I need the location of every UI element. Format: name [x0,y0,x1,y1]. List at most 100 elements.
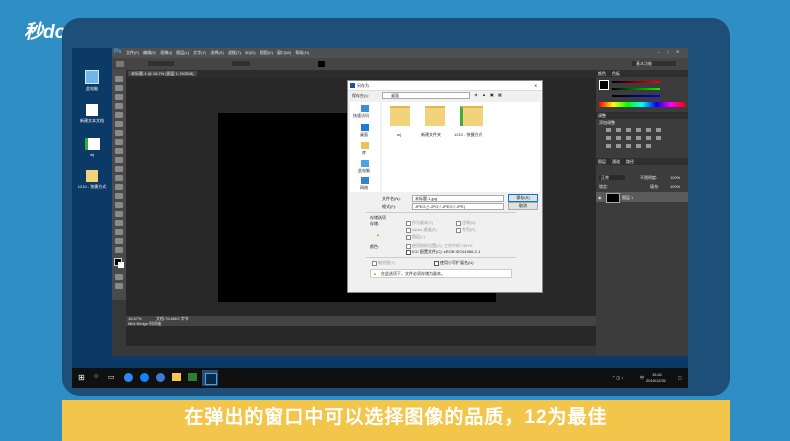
desktop-icon-shortcut[interactable]: 1210 - 快捷方式 [75,170,109,189]
blue-slider[interactable] [612,95,660,97]
nav-network[interactable]: 网络 [360,185,368,190]
blur-tool-icon[interactable] [115,184,123,190]
eyedropper-tool-icon[interactable] [115,121,123,127]
adjust-icons-row-3[interactable] [606,144,656,148]
nav-desktop[interactable]: 桌面 [360,132,368,137]
opacity-value[interactable]: 100% [670,175,680,180]
menu-edit[interactable]: 编辑(E) [143,50,156,55]
adjust-icons-row-1[interactable] [606,128,666,132]
hand-tool-icon[interactable] [115,238,123,244]
menu-filter[interactable]: 滤镜(T) [228,50,241,55]
new-folder-icon[interactable]: ▣ [490,92,494,97]
spot-checkbox[interactable] [456,228,461,233]
ime-indicator[interactable]: 中 [640,375,644,380]
quick-select-tool-icon[interactable] [115,103,123,109]
notification-icon[interactable]: ▢ [678,375,682,380]
clock-time[interactable]: 15:41 [652,372,662,377]
icc-checkbox[interactable] [406,250,411,255]
type-tool-icon[interactable] [115,211,123,217]
clock-date[interactable]: 2019/12/31 [646,378,666,383]
zoom-tool-icon[interactable] [115,247,123,253]
blend-mode-select[interactable]: 正常 [599,175,625,180]
red-slider[interactable] [612,81,660,83]
tab-adjustments[interactable]: 调整 [598,113,606,118]
layers-checkbox[interactable] [406,235,411,240]
menu-view[interactable]: 视图(V) [260,50,273,55]
crop-tool-icon[interactable] [115,112,123,118]
tab-layers[interactable]: 图层 [598,159,606,164]
proof-checkbox[interactable] [406,244,411,249]
format-select[interactable]: JPEG (*.JPG;*.JPEG;*.JPE) [412,203,504,210]
size-select[interactable] [232,61,250,66]
green-slider[interactable] [612,88,660,90]
this-pc-icon[interactable] [361,160,369,167]
menu-select[interactable]: 选择(S) [210,50,223,55]
view-menu-icon[interactable]: ▦ [498,92,502,97]
search-icon[interactable]: ○ [94,373,98,380]
visibility-eye-icon[interactable]: ◉ [598,195,602,200]
task-view-icon[interactable]: ▭ [108,373,115,381]
desktop-icon-wj[interactable]: wj [75,138,109,157]
up-folder-icon[interactable]: ▲ [482,92,486,97]
menu-image[interactable]: 图像(I) [160,50,172,55]
filename-input[interactable]: 未标题-1.jpg [412,195,504,202]
tab-channels[interactable]: 通道 [612,159,620,164]
desktop-icon-text-doc[interactable]: 新建文本文档 [75,104,109,123]
close-icon[interactable]: ✕ [676,49,679,54]
back-icon[interactable]: ◀ [474,92,477,97]
nav-this-pc[interactable]: 此电脑 [358,168,370,173]
tab-swatches[interactable]: 色板 [612,71,620,76]
save-in-select[interactable]: 桌面 [382,92,470,99]
file-item-shortcut[interactable] [460,106,483,130]
file-item-new-folder[interactable] [425,106,445,130]
lasso-tool-icon[interactable] [115,94,123,100]
lowercase-ext-checkbox[interactable] [434,261,439,266]
menu-type[interactable]: 文字(Y) [193,50,206,55]
file-item-wj[interactable] [390,106,410,130]
workspace-select[interactable]: 基本功能 [632,61,676,66]
app-icon[interactable] [156,373,165,382]
tray-icons[interactable]: ⌃ ◫ ♪ [612,375,623,380]
style-select[interactable] [148,61,174,66]
path-select-tool-icon[interactable] [115,220,123,226]
notes-checkbox[interactable] [456,221,461,226]
gradient-tool-icon[interactable] [115,175,123,181]
library-icon[interactable] [361,142,369,149]
background-color[interactable] [118,262,124,268]
thumbnail-checkbox[interactable] [372,261,377,266]
eraser-tool-icon[interactable] [115,166,123,172]
color-swatch[interactable] [318,61,325,67]
as-copy-checkbox[interactable] [406,221,411,226]
windows-start-icon[interactable]: ⊞ [78,373,85,382]
nav-quick-access[interactable]: 快速访问 [353,113,369,118]
nav-library[interactable]: 库 [362,150,366,155]
maximize-icon[interactable]: □ [667,49,669,54]
menu-layer[interactable]: 图层(L) [176,50,189,55]
move-tool-icon[interactable] [115,76,123,82]
color-ramp[interactable] [599,102,685,107]
fill-value[interactable]: 100% [670,184,680,189]
tool-preset-icon[interactable] [116,61,124,67]
quick-access-icon[interactable] [361,105,369,112]
alpha-checkbox[interactable] [406,228,411,233]
fg-color-chip[interactable] [599,80,609,90]
layer-row[interactable]: ◉ 图层 1 [596,192,688,203]
stamp-tool-icon[interactable] [115,148,123,154]
history-brush-tool-icon[interactable] [115,157,123,163]
shape-tool-icon[interactable] [115,229,123,235]
edge-icon[interactable] [140,373,149,382]
menu-file[interactable]: 文件(F) [126,50,139,55]
minimize-icon[interactable]: – [658,49,660,54]
brush-tool-icon[interactable] [115,139,123,145]
pen-tool-icon[interactable] [115,202,123,208]
screen-mode-icon[interactable] [115,283,123,289]
photoshop-taskbar-button[interactable] [202,370,218,386]
menu-help[interactable]: 帮助(H) [295,50,309,55]
app-icon-green[interactable] [188,373,197,381]
desktop-icon[interactable] [361,124,369,131]
menu-window[interactable]: 窗口(W) [277,50,291,55]
file-explorer-icon[interactable] [172,373,181,381]
dodge-tool-icon[interactable] [115,193,123,199]
cancel-button[interactable]: 取消 [508,202,538,210]
dialog-close-icon[interactable]: ✕ [534,83,537,88]
